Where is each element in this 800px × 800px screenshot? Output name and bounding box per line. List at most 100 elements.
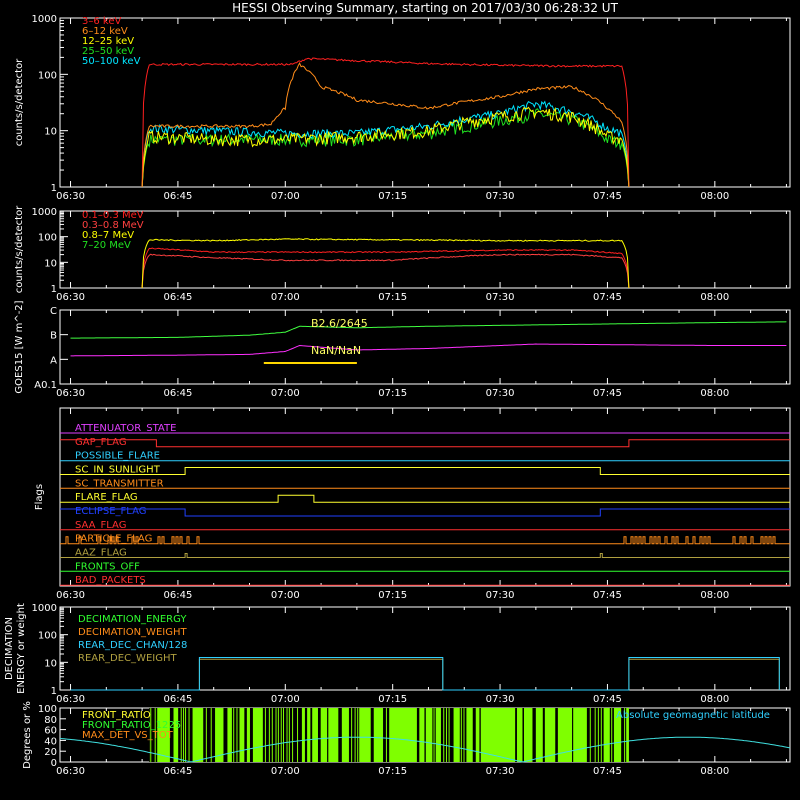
front-ratio-gap <box>522 708 524 762</box>
time-tick-label: 06:30 <box>56 191 85 202</box>
goes-class-annotation: NaN/NaN <box>311 344 361 357</box>
time-tick-label: 07:30 <box>486 292 515 303</box>
flag-trace <box>60 536 790 545</box>
plot-canvas: HESSI Observing Summary, starting on 201… <box>4 1 791 777</box>
front-ratio-gap <box>184 708 186 762</box>
front-ratio-gap <box>446 708 449 762</box>
flag-label: POSSIBLE_FLARE <box>75 451 160 462</box>
front-ratio-gap <box>249 708 253 762</box>
front-ratio-gap <box>598 708 601 762</box>
decimation-series-3 <box>70 658 780 691</box>
y-tick-label: 40 <box>44 736 57 747</box>
series-line-2 <box>141 238 630 289</box>
front-ratio-gap <box>262 708 265 762</box>
flag-label: FLARE_FLAG <box>75 492 138 503</box>
y-axis-label: DECIMATION <box>4 617 15 680</box>
front-ratio-gap <box>186 708 189 762</box>
time-tick-label: 06:30 <box>56 388 85 399</box>
front-ratio-gap <box>203 708 206 762</box>
y-tick-label: 1000 <box>32 603 57 614</box>
y-tick-label: 80 <box>44 715 57 726</box>
time-tick-label: 06:45 <box>163 766 192 777</box>
y-tick-label: 10 <box>44 658 57 669</box>
time-tick-label: 07:00 <box>271 292 300 303</box>
y-tick-label: A0.1 <box>34 380 57 391</box>
legend-entry: 50–100 keV <box>82 56 141 67</box>
time-tick-label: 07:45 <box>593 388 622 399</box>
goes-series-0 <box>70 321 787 339</box>
front-ratio-gap <box>424 708 426 762</box>
y-tick-label: 20 <box>44 747 57 758</box>
y-tick-label: 100 <box>38 704 57 715</box>
flag-trace <box>60 494 790 503</box>
time-tick-label: 07:00 <box>271 388 300 399</box>
y-axis-label: counts/s/detector <box>14 58 25 146</box>
time-tick-label: 08:00 <box>700 766 729 777</box>
y-axis-label: Degrees or % <box>22 701 33 769</box>
time-tick-label: 08:00 <box>700 191 729 202</box>
front-ratio-gap <box>317 708 321 762</box>
time-tick-label: 08:00 <box>700 694 729 705</box>
front-ratio-gap <box>304 708 308 762</box>
front-ratio-gap <box>276 708 278 762</box>
y-tick-label: 10 <box>44 127 57 138</box>
time-tick-label: 06:45 <box>163 388 192 399</box>
front-ratio-gap <box>178 708 181 762</box>
front-ratio-gap <box>444 708 446 762</box>
flag-label: SC_TRANSMITTER <box>75 478 164 489</box>
goes-class-annotation: B2.6/2645 <box>311 317 368 330</box>
flag-trace <box>60 508 790 517</box>
front-ratio-gap <box>515 708 517 762</box>
time-tick-label: 06:30 <box>56 292 85 303</box>
panel-frame-4 <box>59 407 791 587</box>
front-ratio-gap <box>181 708 184 762</box>
time-tick-label: 07:30 <box>486 766 515 777</box>
front-ratio-gap <box>370 708 374 762</box>
front-ratio-gap <box>281 708 283 762</box>
y-tick-label: 1 <box>51 183 57 194</box>
legend-entry: MAX_DET_VS_TOT <box>82 730 174 741</box>
time-tick-label: 07:00 <box>271 694 300 705</box>
y-tick-label: 1000 <box>32 14 57 25</box>
time-tick-label: 06:45 <box>163 191 192 202</box>
front-ratio-gap <box>287 708 289 762</box>
series-line-1 <box>141 61 630 188</box>
flag-label: SC_IN_SUNLIGHT <box>75 465 161 476</box>
front-ratio-gap <box>289 708 293 762</box>
front-ratio-gap <box>440 708 444 762</box>
time-tick-label: 07:45 <box>593 694 622 705</box>
time-tick-label: 07:30 <box>486 388 515 399</box>
time-tick-label: 07:45 <box>593 766 622 777</box>
y-tick-label: 1000 <box>32 207 57 218</box>
y-tick-label: 60 <box>44 726 57 737</box>
front-ratio-gap <box>386 708 390 762</box>
legend-entry: 7–20 MeV <box>82 240 131 251</box>
time-tick-label: 07:15 <box>378 694 407 705</box>
time-tick-label: 06:45 <box>163 590 192 601</box>
y-tick-label: 100 <box>38 631 57 642</box>
time-tick-label: 07:00 <box>271 590 300 601</box>
flag-label: ECLIPSE_FLAG <box>75 506 146 517</box>
y-tick-label: C <box>50 306 57 317</box>
legend-entry: REAR_DEC_CHAN/128 <box>78 640 187 651</box>
time-tick-label: 07:45 <box>593 590 622 601</box>
flag-label: BAD_PACKETS <box>75 575 146 586</box>
front-ratio-gap <box>542 708 545 762</box>
front-ratio-gap <box>609 708 612 762</box>
front-ratio-gap <box>595 708 598 762</box>
front-ratio-gap <box>231 708 234 762</box>
flag-trace <box>60 467 790 475</box>
plot-title: HESSI Observing Summary, starting on 201… <box>232 1 618 15</box>
series-line-2 <box>141 106 630 188</box>
time-tick-label: 07:00 <box>271 766 300 777</box>
time-tick-label: 07:00 <box>271 191 300 202</box>
front-ratio-gap <box>572 708 574 762</box>
front-ratio-gap <box>338 708 342 762</box>
front-ratio-gap <box>298 708 302 762</box>
time-tick-label: 07:15 <box>378 766 407 777</box>
flag-label: ATTENUATOR_STATE <box>75 423 176 434</box>
front-ratio-gap <box>472 708 476 762</box>
time-tick-label: 07:30 <box>486 590 515 601</box>
front-ratio-gap <box>234 708 237 762</box>
time-tick-label: 06:45 <box>163 292 192 303</box>
